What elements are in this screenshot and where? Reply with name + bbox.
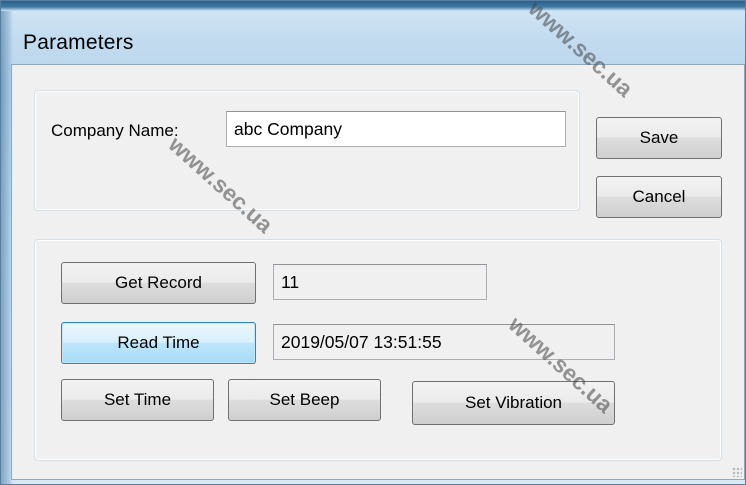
company-name-input[interactable]: abc Company bbox=[226, 111, 566, 147]
company-group: Company Name: abc Company bbox=[34, 90, 580, 211]
set-vibration-button[interactable]: Set Vibration bbox=[412, 381, 615, 425]
read-time-button[interactable]: Read Time bbox=[61, 322, 256, 364]
set-beep-button[interactable]: Set Beep bbox=[228, 379, 381, 421]
window-title: Parameters bbox=[23, 31, 134, 54]
set-time-button[interactable]: Set Time bbox=[61, 379, 214, 421]
resize-grip-icon[interactable] bbox=[732, 467, 742, 477]
cancel-button[interactable]: Cancel bbox=[596, 176, 722, 218]
record-count-field: 11 bbox=[273, 264, 487, 300]
save-button[interactable]: Save bbox=[596, 117, 722, 159]
dialog-window: Parameters Company Name: abc Company Sav… bbox=[0, 0, 746, 485]
device-operations-group: Get Record 11 Read Time 2019/05/07 13:51… bbox=[34, 239, 722, 461]
device-time-field: 2019/05/07 13:51:55 bbox=[273, 324, 615, 360]
get-record-button[interactable]: Get Record bbox=[61, 262, 256, 304]
company-name-label: Company Name: bbox=[51, 121, 179, 140]
client-area: Company Name: abc Company Save Cancel Ge… bbox=[11, 64, 745, 480]
